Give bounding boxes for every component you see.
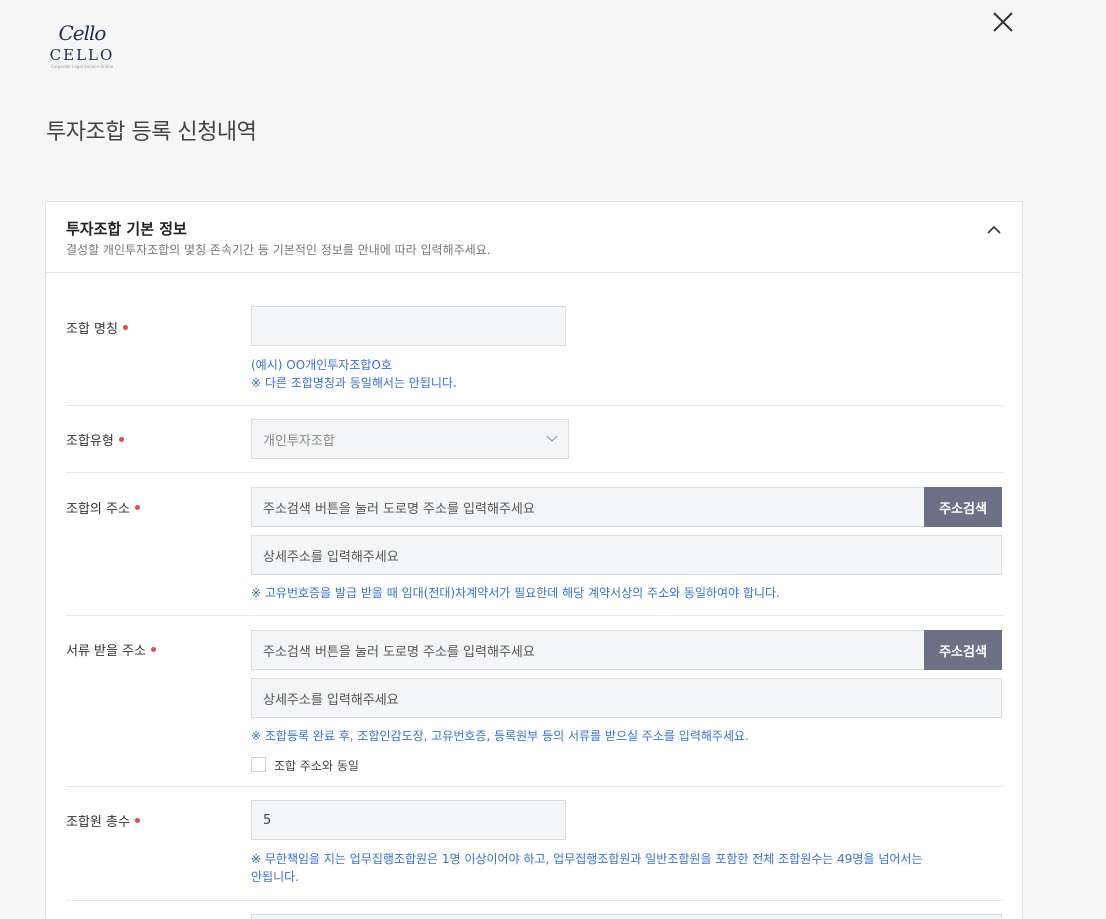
required-dot — [118, 437, 124, 442]
required-dot — [134, 505, 140, 510]
mail-address-input[interactable]: 주소검색 버튼을 눌러 도로명 주소를 입력해주세요 — [251, 630, 925, 670]
union-address-note: ※ 고유번호증을 발급 받을 때 임대(전대)차계약서가 필요한데 해당 계약서… — [251, 586, 780, 600]
logo-script: Cello — [58, 21, 107, 45]
required-dot — [122, 325, 128, 330]
union-address-search-button[interactable]: 주소검색 — [924, 487, 1002, 527]
section-subtitle: 결성할 개인투자조합의 몇칭 존속기간 등 기본적인 정보를 안내에 따라 입력… — [66, 243, 491, 257]
union-name-warning: ※ 다른 조합명칭과 동일해서는 안됩니다. — [251, 376, 457, 390]
close-button[interactable] — [991, 10, 1015, 34]
member-count-label: 조합원 총수 — [66, 811, 140, 830]
required-dot — [151, 647, 157, 652]
union-name-label: 조합 명칭 — [66, 318, 128, 337]
union-address-label-text: 조합의 주소 — [66, 502, 130, 517]
member-count-input[interactable]: 5 — [251, 800, 566, 840]
union-type-value: 개인투자조합 — [263, 433, 335, 449]
cello-logo: Cello CELLO Corporate Legal Service Onli… — [47, 22, 117, 70]
union-address-input[interactable]: 주소검색 버튼을 눌러 도로명 주소를 입력해주세요 — [251, 487, 925, 527]
mail-address-placeholder: 주소검색 버튼을 눌러 도로명 주소를 입력해주세요 — [263, 644, 535, 660]
union-name-label-text: 조합 명칭 — [66, 322, 118, 337]
union-address-detail-placeholder: 상세주소를 입력해주세요 — [263, 549, 399, 565]
mail-address-label: 서류 받을 주소 — [66, 640, 157, 659]
union-address-detail-input[interactable]: 상세주소를 입력해주세요 — [251, 535, 1002, 575]
member-count-note: ※ 무한책임을 지는 업무집행조합원은 1명 이상이어야 하고, 업무집행조합원… — [251, 850, 971, 886]
logo-wordmark: CELLO — [49, 46, 115, 64]
row-union-type: 조합유형 개인투자조합 — [66, 406, 1003, 473]
logo-tagline: Corporate Legal Service Online — [50, 64, 114, 69]
member-count-note-line2: 안됩니다. — [251, 870, 299, 884]
same-as-union-address-checkbox[interactable] — [251, 757, 266, 772]
member-count-value: 5 — [263, 812, 272, 828]
mail-address-note: ※ 조합등록 완료 후, 조합인감도장, 고유번호증, 등록원부 등의 서류를 … — [251, 729, 749, 743]
next-field-input[interactable] — [251, 914, 1002, 919]
mail-address-detail-input[interactable]: 상세주소를 입력해주세요 — [251, 678, 1002, 718]
chevron-up-icon — [987, 225, 1001, 234]
mail-address-search-button[interactable]: 주소검색 — [924, 630, 1002, 670]
union-type-label-text: 조합유형 — [66, 434, 114, 449]
union-address-placeholder: 주소검색 버튼을 눌러 도로명 주소를 입력해주세요 — [263, 501, 535, 517]
same-as-union-address-label[interactable]: 조합 주소와 동일 — [274, 757, 359, 774]
basic-info-card: 투자조합 기본 정보 결성할 개인투자조합의 몇칭 존속기간 등 기본적인 정보… — [45, 201, 1023, 919]
page-title: 투자조합 등록 신청내역 — [46, 120, 257, 145]
union-type-select[interactable]: 개인투자조합 — [251, 419, 569, 459]
union-name-input[interactable] — [251, 306, 566, 346]
union-name-example: (예시) OO개인투자조합O호 — [251, 358, 392, 372]
section-title: 투자조합 기본 정보 — [66, 220, 187, 238]
union-type-label: 조합유형 — [66, 430, 124, 449]
member-count-note-line1: ※ 무한책임을 지는 업무집행조합원은 1명 이상이어야 하고, 업무집행조합원… — [251, 852, 923, 866]
row-union-name: 조합 명칭 (예시) OO개인투자조합O호 ※ 다른 조합명칭과 동일해서는 안… — [66, 274, 1003, 406]
row-union-address: 조합의 주소 주소검색 버튼을 눌러 도로명 주소를 입력해주세요 주소검색 상… — [66, 473, 1003, 616]
member-count-label-text: 조합원 총수 — [66, 815, 130, 830]
required-dot — [134, 818, 140, 823]
row-member-count: 조합원 총수 5 ※ 무한책임을 지는 업무집행조합원은 1명 이상이어야 하고… — [66, 787, 1003, 901]
collapse-button[interactable] — [986, 222, 1002, 238]
mail-address-label-text: 서류 받을 주소 — [66, 644, 147, 659]
mail-address-detail-placeholder: 상세주소를 입력해주세요 — [263, 692, 399, 708]
card-header: 투자조합 기본 정보 결성할 개인투자조합의 몇칭 존속기간 등 기본적인 정보… — [46, 202, 1022, 273]
close-icon — [993, 12, 1013, 32]
union-address-label: 조합의 주소 — [66, 498, 140, 517]
row-mail-address: 서류 받을 주소 주소검색 버튼을 눌러 도로명 주소를 입력해주세요 주소검색… — [66, 616, 1003, 787]
chevron-down-icon — [546, 435, 558, 442]
